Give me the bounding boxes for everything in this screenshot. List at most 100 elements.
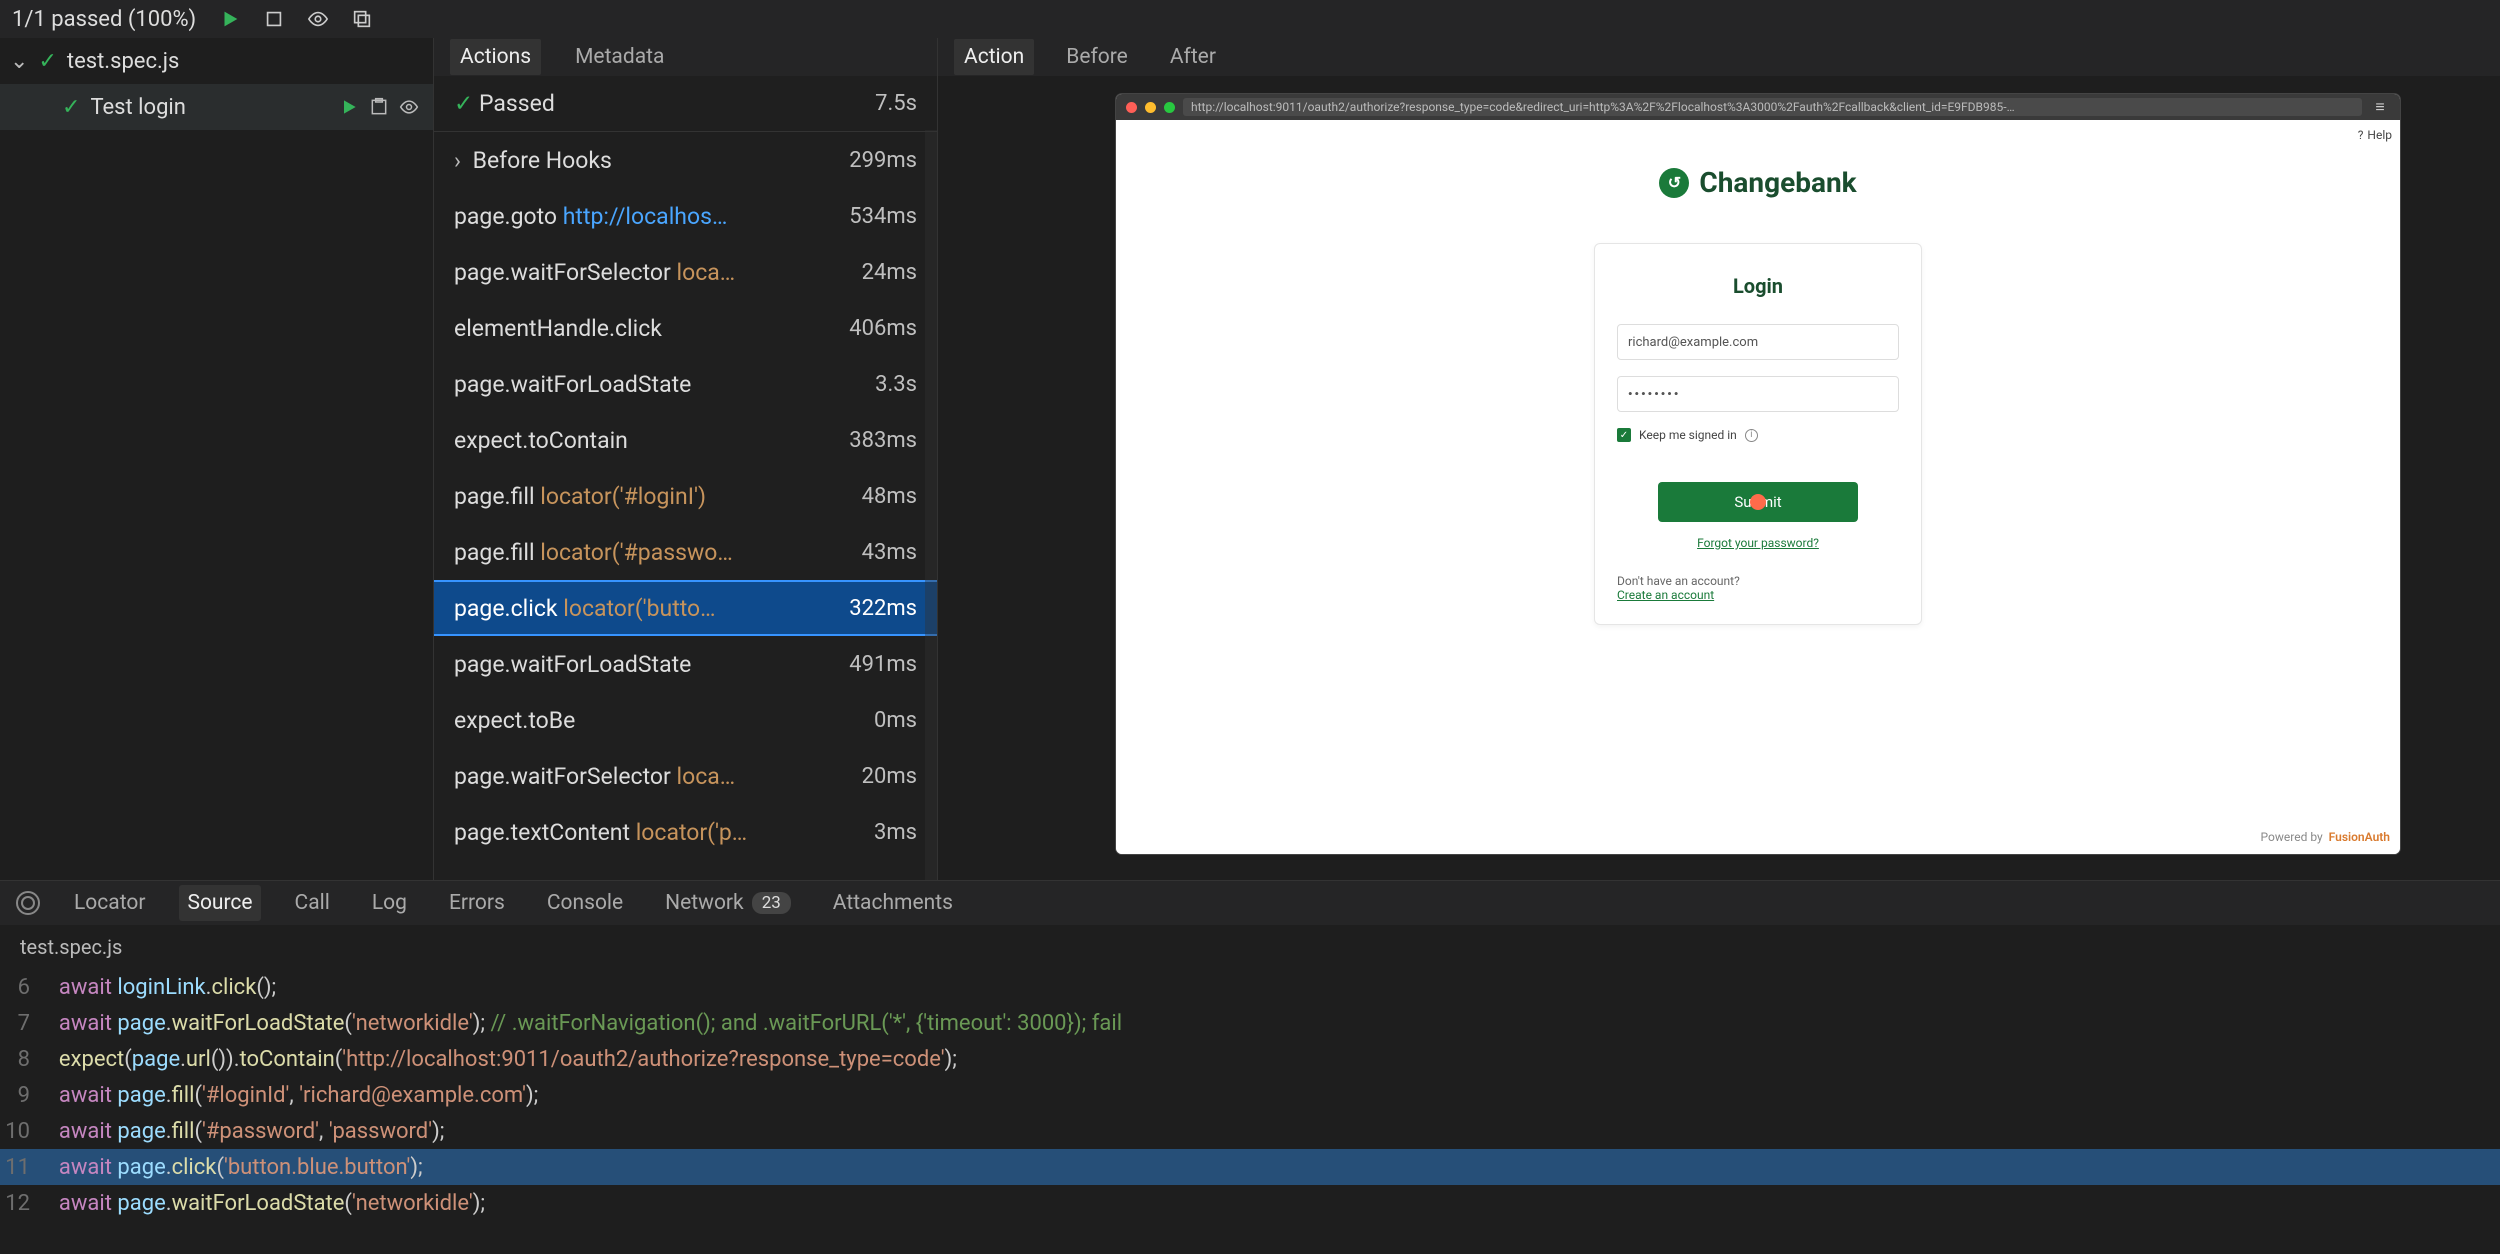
line-code: await loginLink.click(); (48, 975, 2500, 1000)
copy-icon[interactable] (350, 7, 374, 31)
minimize-dot-icon (1145, 102, 1156, 113)
email-field[interactable] (1617, 324, 1899, 360)
tab-errors[interactable]: Errors (441, 885, 513, 921)
action-row[interactable]: page.fill locator('#loginI')48ms (434, 468, 937, 524)
action-row[interactable]: page.click locator('butto…322ms (434, 580, 937, 636)
line-code: await page.waitForLoadState('networkidle… (48, 1191, 2500, 1216)
tab-attachments[interactable]: Attachments (825, 885, 961, 921)
action-row[interactable]: page.waitForSelector loca…24ms (434, 244, 937, 300)
action-duration: 43ms (862, 540, 917, 565)
action-row[interactable]: › Before Hooks299ms (434, 132, 937, 188)
line-code: await page.fill('#password', 'password')… (48, 1119, 2500, 1144)
code-line[interactable]: 10 await page.fill('#password', 'passwor… (0, 1113, 2500, 1149)
action-name: page.textContent (454, 819, 630, 846)
password-field[interactable] (1617, 376, 1899, 412)
browser-preview: http://localhost:9011/oauth2/authorize?r… (1116, 94, 2400, 854)
action-row[interactable]: page.waitForLoadState3.3s (434, 356, 937, 412)
action-row[interactable]: page.waitForLoadState491ms (434, 636, 937, 692)
brand-logo: ↺ Changebank (1659, 166, 1856, 199)
tab-before[interactable]: Before (1056, 39, 1138, 75)
help-link[interactable]: ?Help (2358, 128, 2392, 142)
code-line[interactable]: 6 await loginLink.click(); (0, 969, 2500, 1005)
source-view[interactable]: test.spec.js 6 await loginLink.click();7… (0, 925, 2500, 1254)
tab-action[interactable]: Action (954, 39, 1034, 75)
forgot-password-link[interactable]: Forgot your password? (1617, 536, 1899, 550)
code-line[interactable]: 11 await page.click('button.blue.button'… (0, 1149, 2500, 1185)
action-name: elementHandle.click (454, 315, 662, 342)
actions-list[interactable]: ✓ Passed7.5s› Before Hooks299mspage.goto… (434, 76, 937, 880)
tab-source[interactable]: Source (179, 885, 260, 921)
tab-call[interactable]: Call (287, 885, 338, 921)
test-case-name: Test login (90, 95, 186, 120)
chevron-down-icon: ⌄ (10, 49, 28, 74)
run-icon[interactable] (339, 95, 359, 119)
line-number: 7 (0, 1011, 48, 1036)
action-url: http://localhos… (557, 203, 727, 230)
create-account-link[interactable]: Create an account (1617, 588, 1899, 602)
code-line[interactable]: 9 await page.fill('#loginId', 'richard@e… (0, 1077, 2500, 1113)
info-icon[interactable]: i (1745, 429, 1758, 442)
watch-icon[interactable] (399, 95, 419, 119)
action-duration: 7.5s (875, 91, 917, 116)
click-point-icon (1750, 494, 1766, 510)
login-title: Login (1617, 274, 1899, 298)
action-locator: locator('#passwo… (535, 539, 733, 566)
action-row[interactable]: expect.toBe 0ms (434, 692, 937, 748)
line-code: expect(page.url()).toContain('http://loc… (48, 1047, 2500, 1072)
actions-tabs: Actions Metadata (434, 38, 937, 76)
action-row[interactable]: page.textContent locator('p… 3ms (434, 804, 937, 860)
stop-icon[interactable] (262, 7, 286, 31)
zoom-dot-icon (1164, 102, 1175, 113)
tab-metadata[interactable]: Metadata (565, 39, 674, 75)
inspector-icon[interactable] (16, 891, 40, 915)
submit-button[interactable]: Submit (1658, 482, 1858, 522)
action-duration: 322ms (849, 596, 917, 621)
action-duration: 24ms (862, 260, 917, 285)
line-code: await page.click('button.blue.button'); (48, 1155, 2500, 1180)
tab-network[interactable]: Network23 (657, 885, 799, 921)
action-name: Passed (479, 90, 555, 117)
tab-log[interactable]: Log (364, 885, 415, 921)
code-line[interactable]: 7 await page.waitForLoadState('networkid… (0, 1005, 2500, 1041)
action-row[interactable]: page.fill locator('#passwo…43ms (434, 524, 937, 580)
action-row[interactable]: page.goto http://localhos…534ms (434, 188, 937, 244)
test-file-name: test.spec.js (67, 49, 180, 74)
tab-actions[interactable]: Actions (450, 39, 541, 75)
line-number: 11 (0, 1155, 48, 1180)
no-account: Don't have an account? Create an account (1617, 574, 1899, 602)
action-duration: 0ms (874, 708, 917, 733)
run-all-icon[interactable] (218, 7, 242, 31)
action-duration: 383ms (849, 428, 917, 453)
tab-console[interactable]: Console (539, 885, 631, 921)
line-number: 9 (0, 1083, 48, 1108)
tab-locator[interactable]: Locator (66, 885, 153, 921)
action-row[interactable]: page.waitForSelector loca…20ms (434, 748, 937, 804)
action-row[interactable]: elementHandle.click406ms (434, 300, 937, 356)
test-case-row[interactable]: ✓ Test login (0, 84, 433, 130)
bottom-panel: Locator Source Call Log Errors Console N… (0, 880, 2500, 1254)
browser-chrome: http://localhost:9011/oauth2/authorize?r… (1116, 94, 2400, 120)
trace-icon[interactable] (369, 95, 389, 119)
checkbox-icon[interactable]: ✓ (1617, 428, 1631, 442)
action-row[interactable]: expect.toContain383ms (434, 412, 937, 468)
keep-signed-in[interactable]: ✓ Keep me signed in i (1617, 428, 1899, 442)
action-locator: loca… (671, 763, 735, 790)
code-line[interactable]: 12 await page.waitForLoadState('networki… (0, 1185, 2500, 1221)
menu-icon: ≡ (2370, 98, 2390, 116)
action-row[interactable]: ✓ Passed7.5s (434, 76, 937, 132)
tab-after[interactable]: After (1160, 39, 1226, 75)
action-duration: 3.3s (875, 372, 917, 397)
code-line[interactable]: 8 expect(page.url()).toContain('http://l… (0, 1041, 2500, 1077)
action-duration: 20ms (862, 764, 917, 789)
action-name: page.fill (454, 483, 535, 510)
watch-icon[interactable] (306, 7, 330, 31)
action-name: expect.toBe (454, 707, 575, 734)
line-number: 12 (0, 1191, 48, 1216)
test-file-row[interactable]: ⌄ ✓ test.spec.js (0, 38, 433, 84)
test-status-bar: 1/1 passed (100%) (0, 0, 2500, 38)
action-duration: 3ms (874, 820, 917, 845)
action-locator: locator('p… (630, 819, 747, 846)
scrollbar[interactable] (925, 130, 937, 880)
brand-name: Changebank (1699, 166, 1856, 199)
keep-signed-in-label: Keep me signed in (1639, 428, 1737, 442)
